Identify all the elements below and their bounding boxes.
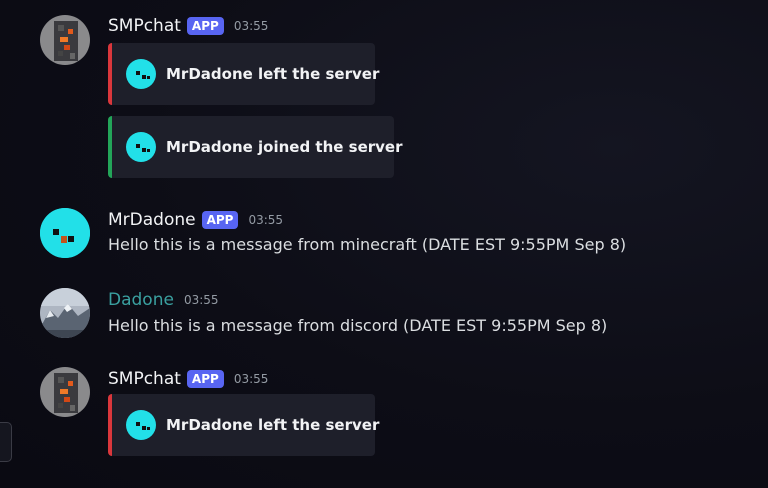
- message-content: Hello this is a message from discord (DA…: [108, 316, 608, 335]
- minecraft-skin-icon: [40, 208, 90, 258]
- embed-text: MrDadone left the server: [166, 416, 380, 434]
- embed-left-server: MrDadone left the server: [108, 394, 379, 456]
- timestamp: 03:55: [183, 293, 219, 307]
- minecraft-skin-icon: [126, 410, 156, 440]
- message-header: Dadone 03:55: [108, 290, 219, 310]
- dadone-avatar[interactable]: [40, 288, 90, 338]
- username[interactable]: SMPchat: [108, 16, 181, 36]
- mountain-avatar-icon: [40, 288, 90, 338]
- rock-avatar-icon: [40, 367, 90, 417]
- timestamp: 03:55: [233, 372, 269, 386]
- rock-avatar-icon: [40, 15, 90, 65]
- timestamp: 03:55: [248, 213, 284, 227]
- message-header: SMPchat APP 03:55: [108, 16, 268, 36]
- mrdadone-avatar[interactable]: [40, 208, 90, 258]
- message-header: SMPchat APP 03:55: [108, 369, 268, 389]
- embed-left-server: MrDadone left the server: [108, 43, 379, 105]
- minecraft-skin-icon: [126, 59, 156, 89]
- username[interactable]: SMPchat: [108, 369, 181, 389]
- app-badge: APP: [186, 17, 224, 35]
- username[interactable]: MrDadone: [108, 210, 196, 230]
- embed-joined-server: MrDadone joined the server: [108, 116, 403, 178]
- timestamp: 03:55: [233, 19, 269, 33]
- scroll-handle[interactable]: [0, 422, 12, 462]
- app-badge: APP: [186, 370, 224, 388]
- username[interactable]: Dadone: [108, 290, 174, 310]
- embed-text: MrDadone joined the server: [166, 138, 403, 156]
- message-content: Hello this is a message from minecraft (…: [108, 235, 627, 254]
- smpchat-avatar[interactable]: [40, 367, 90, 417]
- minecraft-skin-icon: [126, 132, 156, 162]
- message-header: MrDadone APP 03:55: [108, 210, 283, 230]
- embed-text: MrDadone left the server: [166, 65, 380, 83]
- app-badge: APP: [201, 211, 239, 229]
- smpchat-avatar[interactable]: [40, 15, 90, 65]
